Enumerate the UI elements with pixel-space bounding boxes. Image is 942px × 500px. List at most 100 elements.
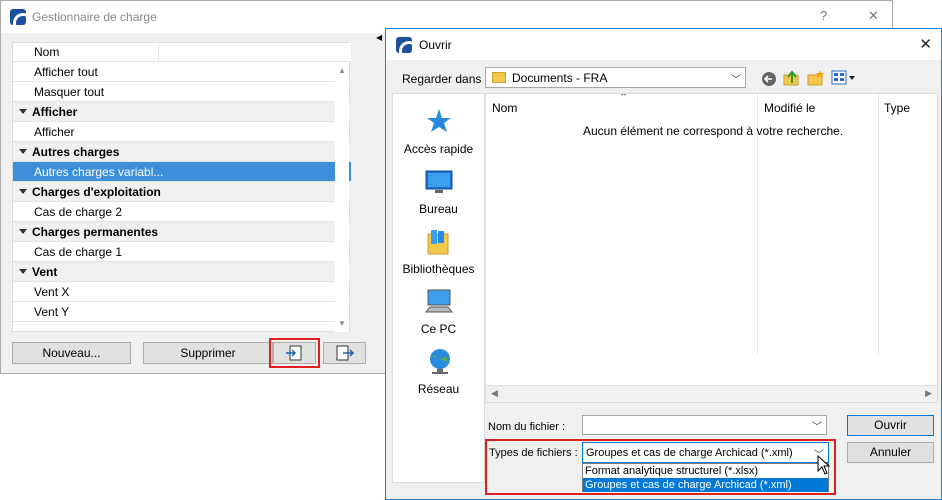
dialog-close-button[interactable]: ✕ xyxy=(919,35,932,53)
filetype-option-selected[interactable]: Groupes et cas de charge Archicad (*.xml… xyxy=(583,478,828,492)
scroll-down-arrow-icon[interactable]: ▼ xyxy=(338,319,346,328)
filename-input[interactable]: ﹀ xyxy=(582,415,827,435)
empty-message: Aucun élément ne correspond à votre rech… xyxy=(583,124,844,138)
folder-icon xyxy=(492,72,506,83)
desktop-icon xyxy=(425,170,453,193)
app-icon xyxy=(10,9,26,25)
tree-item-row[interactable]: Afficher tout xyxy=(13,62,351,82)
tree-header: Nom xyxy=(13,43,351,62)
tree-scrollbar[interactable]: ▲ ▼ xyxy=(335,62,349,332)
tree-group-row[interactable]: Charges permanentes xyxy=(13,222,351,242)
load-tree: Nom Afficher tout Masquer tout Afficher Aff… xyxy=(12,42,351,332)
new-folder-icon[interactable] xyxy=(807,69,825,87)
tree-item-row[interactable]: Vent Y xyxy=(13,302,351,322)
column-name-header[interactable]: Nom xyxy=(34,45,59,59)
tree-item-row[interactable]: Vent X xyxy=(13,282,351,302)
place-label: Ce PC xyxy=(420,322,457,336)
filename-label: Nom du fichier : xyxy=(488,421,566,433)
expand-triangle-icon[interactable] xyxy=(19,149,27,154)
filetype-label: Types de fichiers : xyxy=(489,447,578,459)
scroll-up-arrow-icon[interactable]: ▲ xyxy=(338,66,346,75)
delete-button[interactable]: Supprimer xyxy=(143,342,273,364)
network-icon xyxy=(430,349,450,374)
filetype-dropdown-list: Format analytique structurel (*.xlsx) Gr… xyxy=(582,463,829,492)
help-button[interactable]: ? xyxy=(820,8,827,23)
app-icon xyxy=(396,37,412,53)
mouse-cursor-icon xyxy=(817,455,831,475)
export-button[interactable] xyxy=(323,342,366,364)
quick-access-star-icon xyxy=(427,109,451,132)
file-list[interactable]: ⌃ Nom Modifié le Type Aucun élément ne c… xyxy=(485,93,938,403)
up-folder-icon[interactable] xyxy=(783,69,801,87)
place-quick-access[interactable]: Accès rapide xyxy=(393,106,484,162)
filetype-select[interactable]: Groupes et cas de charge Archicad (*.xml… xyxy=(582,442,829,463)
place-this-pc[interactable]: Ce PC xyxy=(393,286,484,342)
tree-group-row[interactable]: Charges d'exploitation xyxy=(13,182,351,202)
place-desktop[interactable]: Bureau xyxy=(393,166,484,222)
open-button[interactable]: Ouvrir xyxy=(847,415,934,436)
place-network[interactable]: Réseau xyxy=(393,346,484,402)
back-icon[interactable] xyxy=(761,71,777,87)
tree-row-label: Autres charges variabl... xyxy=(34,165,164,179)
expand-triangle-icon[interactable] xyxy=(19,109,27,114)
tree-row-label: Masquer tout xyxy=(34,85,105,99)
column-divider xyxy=(878,94,879,354)
place-label: Bibliothèques xyxy=(402,262,475,276)
import-icon xyxy=(285,345,301,361)
tree-row-label: Afficher xyxy=(32,105,78,119)
open-dialog: Ouvrir ✕ Regarder dans : Documents - FRA… xyxy=(385,28,942,500)
tree-row-label: Vent X xyxy=(34,285,70,299)
chevron-down-icon: ﹀ xyxy=(731,75,741,86)
look-in-label: Regarder dans : xyxy=(402,72,489,86)
tree-group-row[interactable]: Vent xyxy=(13,262,351,282)
tree-item-row[interactable]: Masquer tout xyxy=(13,82,351,102)
tree-item-row[interactable]: Autres charges variabl... xyxy=(13,162,351,182)
tree-item-row[interactable]: Cas de charge 2 xyxy=(13,202,351,222)
look-in-combo[interactable]: Documents - FRA ﹀ xyxy=(485,67,746,88)
place-libraries[interactable]: Bibliothèques xyxy=(393,226,484,282)
places-bar: Accès rapide Bureau Bibliothèques Ce PC … xyxy=(392,93,485,483)
horizontal-scrollbar[interactable]: ◀ ▶ xyxy=(486,385,937,402)
header-divider xyxy=(158,45,159,60)
libraries-icon xyxy=(427,230,449,255)
tree-row-label: Afficher xyxy=(34,125,75,139)
expand-triangle-icon[interactable] xyxy=(19,229,27,234)
dialog-title: Ouvrir xyxy=(419,38,452,52)
scroll-left-arrow-icon[interactable]: ◀ xyxy=(491,388,498,399)
place-label: Réseau xyxy=(417,382,460,396)
scroll-right-arrow-icon[interactable]: ▶ xyxy=(925,388,932,399)
collapse-panel-arrow-icon[interactable]: ◀ xyxy=(376,33,382,42)
tree-row-label: Charges d'exploitation xyxy=(32,185,161,199)
tree-row-label: Autres charges xyxy=(32,145,120,159)
tree-row-label: Cas de charge 1 xyxy=(34,245,123,259)
view-menu-icon[interactable] xyxy=(831,70,857,86)
tree-row-label: Afficher tout xyxy=(34,65,98,79)
tree-group-row[interactable]: Autres charges xyxy=(13,142,351,162)
tree-row-label: Vent xyxy=(32,265,58,279)
tree-row-label: Charges permanentes xyxy=(32,225,159,239)
import-button[interactable] xyxy=(273,342,316,364)
filetype-value: Groupes et cas de charge Archicad (*.xml… xyxy=(586,447,793,459)
tree-item-row[interactable]: Cas de charge 1 xyxy=(13,242,351,262)
export-icon xyxy=(336,345,354,361)
window-title: Gestionnaire de charge xyxy=(32,10,157,24)
close-button[interactable]: ✕ xyxy=(868,8,879,24)
tree-row-label: Vent Y xyxy=(34,305,70,319)
look-in-value: Documents - FRA xyxy=(512,71,608,85)
chevron-down-icon: ﹀ xyxy=(812,422,822,433)
tree-item-row[interactable]: Afficher xyxy=(13,122,351,142)
this-pc-icon xyxy=(425,289,453,313)
tree-row-label: Cas de charge 2 xyxy=(34,205,123,219)
new-button[interactable]: Nouveau... xyxy=(12,342,131,364)
place-label: Accès rapide xyxy=(403,142,474,156)
column-header-modified[interactable]: Modifié le xyxy=(764,101,815,115)
sort-caret-icon: ⌃ xyxy=(619,93,629,104)
expand-triangle-icon[interactable] xyxy=(19,189,27,194)
filetype-option[interactable]: Format analytique structurel (*.xlsx) xyxy=(583,464,828,478)
place-label: Bureau xyxy=(419,202,458,216)
column-header-name[interactable]: Nom xyxy=(492,101,517,115)
expand-triangle-icon[interactable] xyxy=(19,269,27,274)
cancel-button[interactable]: Annuler xyxy=(847,442,934,463)
column-header-type[interactable]: Type xyxy=(884,101,910,115)
tree-group-row[interactable]: Afficher xyxy=(13,102,351,122)
